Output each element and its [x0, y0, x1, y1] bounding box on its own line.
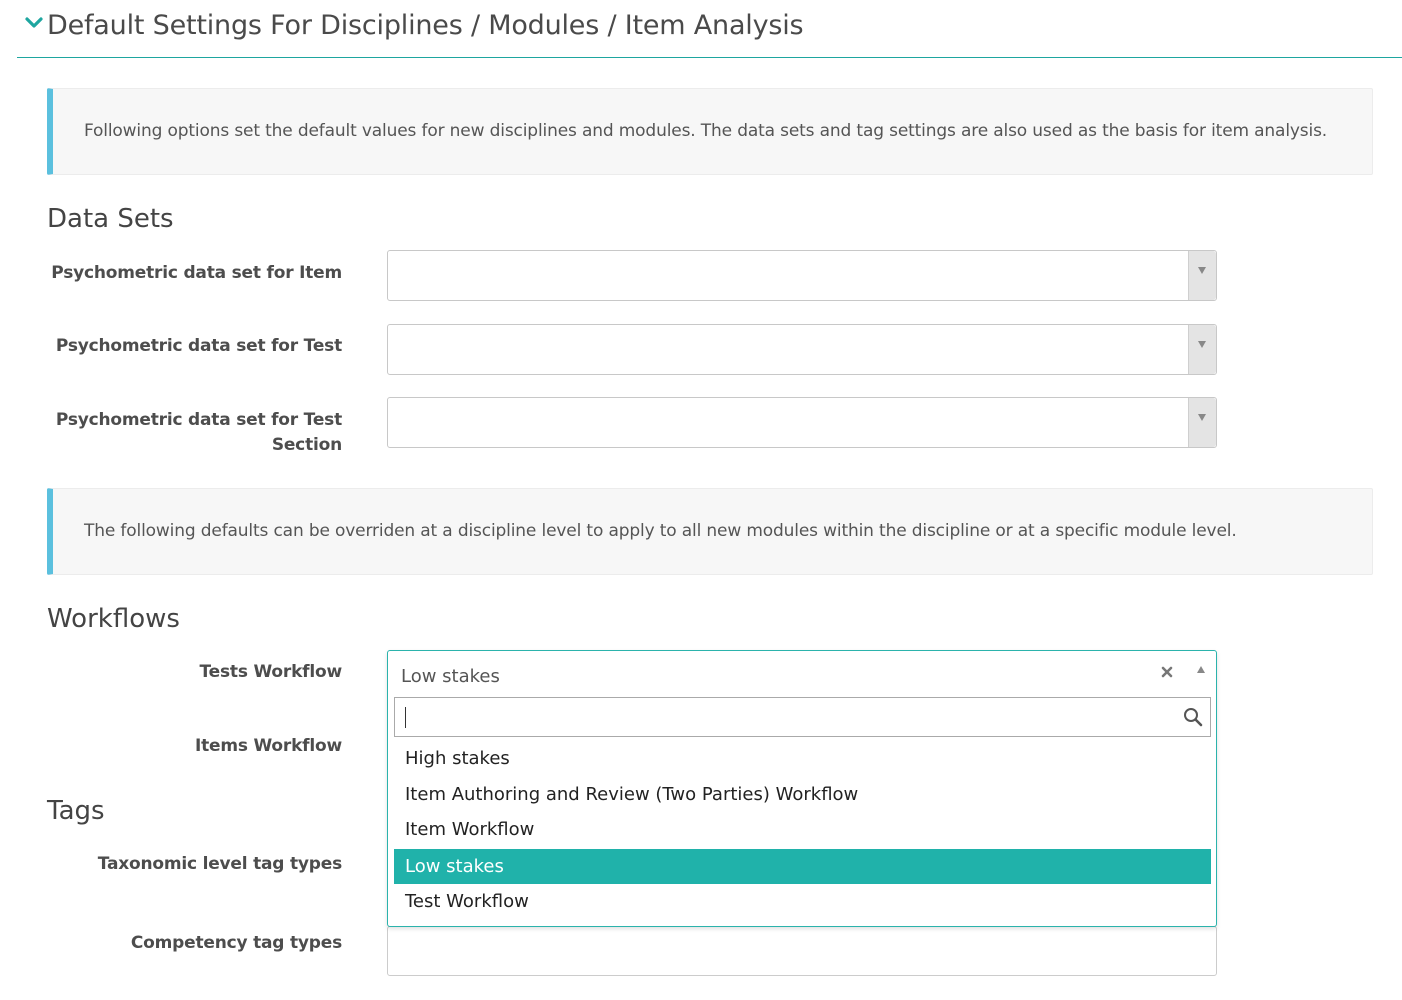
- workflows-heading: Workflows: [47, 604, 180, 634]
- competency-tag-input[interactable]: [387, 926, 1217, 976]
- dropdown-toggle[interactable]: [1188, 325, 1216, 374]
- workflow-search-input[interactable]: [394, 697, 1211, 737]
- panel-title: Default Settings For Disciplines / Modul…: [47, 10, 804, 41]
- tags-heading: Tags: [47, 796, 105, 826]
- tests-workflow-dropdown[interactable]: Low stakes High stakes Item Authoring an…: [387, 650, 1217, 927]
- data-sets-heading: Data Sets: [47, 204, 174, 234]
- dropdown-toggle[interactable]: [1188, 251, 1216, 300]
- caret-down-icon: [1198, 341, 1206, 348]
- test-data-set-label: Psychometric data set for Test: [55, 336, 342, 356]
- workflow-option[interactable]: Test Workflow: [394, 884, 1211, 919]
- workflow-option[interactable]: Item Workflow: [394, 812, 1211, 847]
- workflow-option[interactable]: Item Authoring and Review (Two Parties) …: [394, 777, 1211, 812]
- test-section-data-set-select[interactable]: [387, 397, 1217, 448]
- intro-info-box: Following options set the default values…: [47, 88, 1373, 175]
- caret-up-icon[interactable]: [1197, 666, 1205, 673]
- test-data-set-select[interactable]: [387, 324, 1217, 375]
- items-workflow-label: Items Workflow: [194, 736, 342, 756]
- caret-down-icon: [1198, 267, 1206, 274]
- override-info-box: The following defaults can be overriden …: [47, 488, 1373, 575]
- tests-workflow-label: Tests Workflow: [199, 662, 343, 682]
- test-section-label-line-2: Section: [271, 435, 342, 455]
- close-icon[interactable]: [1160, 665, 1174, 679]
- panel-header[interactable]: Default Settings For Disciplines / Modul…: [17, 0, 1402, 58]
- test-section-label-line-1: Psychometric data set for Test: [55, 410, 342, 430]
- search-icon: [1184, 708, 1203, 727]
- workflow-option-selected[interactable]: Low stakes: [394, 849, 1211, 884]
- chevron-down-icon[interactable]: [25, 14, 43, 32]
- test-section-data-set-label: Psychometric data set for Test Section: [40, 408, 342, 458]
- taxonomic-tag-label: Taxonomic level tag types: [97, 854, 342, 874]
- item-data-set-select[interactable]: [387, 250, 1217, 301]
- competency-tag-label: Competency tag types: [130, 933, 342, 953]
- tests-workflow-value[interactable]: Low stakes: [401, 666, 500, 687]
- caret-down-icon: [1198, 414, 1206, 421]
- override-info-text: The following defaults can be overriden …: [84, 521, 1237, 541]
- text-cursor: [405, 707, 406, 728]
- workflow-option[interactable]: High stakes: [394, 741, 1211, 776]
- dropdown-toggle[interactable]: [1188, 398, 1216, 447]
- item-data-set-label: Psychometric data set for Item: [51, 263, 342, 283]
- intro-info-text: Following options set the default values…: [84, 121, 1328, 141]
